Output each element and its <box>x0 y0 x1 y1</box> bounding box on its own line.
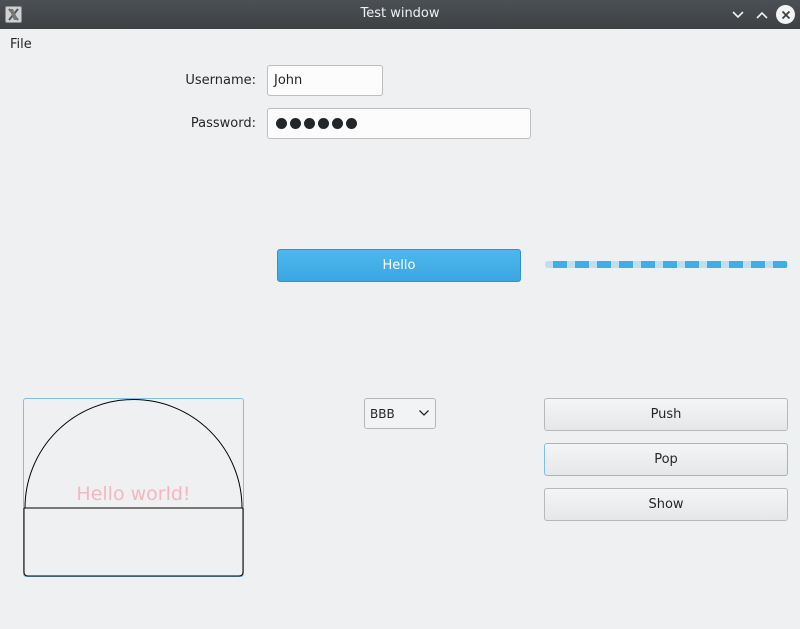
maximize-button[interactable] <box>752 5 771 24</box>
minimize-button[interactable] <box>728 5 747 24</box>
pop-button[interactable]: Pop <box>544 443 788 476</box>
combo-selected-value: BBB <box>370 407 395 421</box>
password-dot <box>332 118 343 129</box>
menu-file[interactable]: File <box>10 37 32 52</box>
password-dot <box>318 118 329 129</box>
push-button[interactable]: Push <box>544 398 788 431</box>
password-dot <box>304 118 315 129</box>
window-content: File Username: John Password: Hello Hell… <box>0 29 800 629</box>
close-icon <box>781 10 790 19</box>
username-label: Username: <box>185 73 256 88</box>
hello-button[interactable]: Hello <box>277 249 521 282</box>
canvas-text: Hello world! <box>76 483 191 505</box>
menu-bar: File <box>0 29 800 61</box>
chevron-down-icon <box>731 10 744 18</box>
title-bar[interactable]: Test window <box>0 0 800 29</box>
drawing-canvas[interactable]: Hello world! <box>23 398 244 577</box>
progress-indicator <box>545 261 788 268</box>
canvas-rect <box>23 508 244 577</box>
chevron-down-icon <box>419 410 429 416</box>
password-dot <box>276 118 287 129</box>
username-field[interactable]: John <box>267 65 383 96</box>
show-button[interactable]: Show <box>544 488 788 521</box>
password-dot <box>346 118 357 129</box>
chevron-up-icon <box>755 11 768 19</box>
password-mask <box>276 118 357 129</box>
combo-box[interactable]: BBB <box>364 398 436 429</box>
password-field[interactable] <box>267 108 531 139</box>
progress-bar <box>545 261 788 268</box>
password-label: Password: <box>190 116 256 131</box>
password-dot <box>290 118 301 129</box>
close-button[interactable] <box>776 5 795 24</box>
window-title: Test window <box>360 6 440 21</box>
